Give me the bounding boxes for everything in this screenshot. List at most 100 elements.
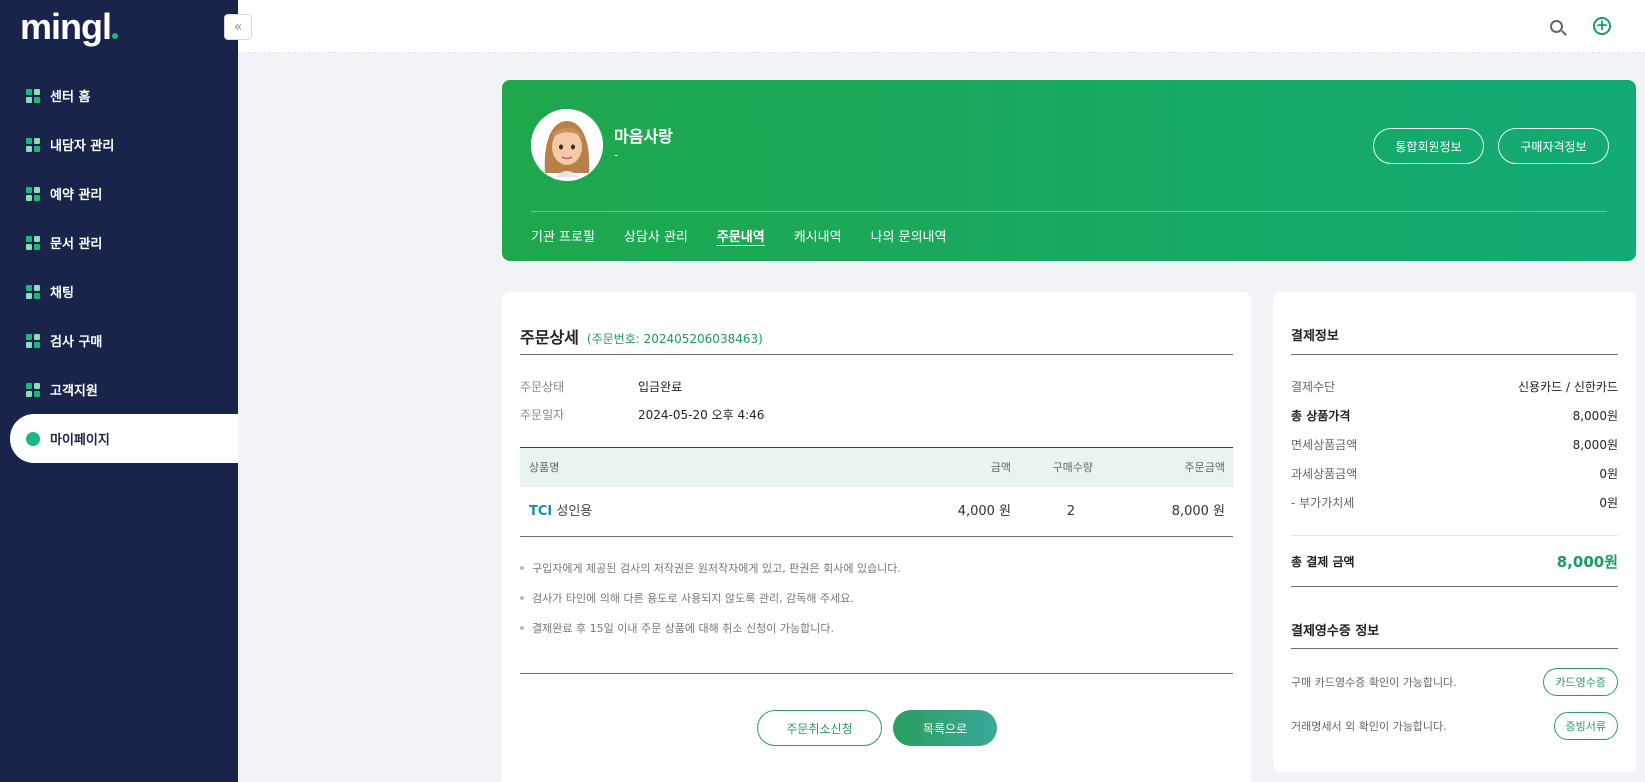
- product-quantity: 2: [1066, 504, 1075, 519]
- sidebar-item-chat[interactable]: 채팅: [0, 267, 238, 316]
- card-receipt-button[interactable]: 카드영수증: [1543, 668, 1618, 696]
- reservation-icon: [26, 186, 40, 201]
- list-item: 결제완료 후 15일 이내 주문 상품에 대해 취소 신청이 가능합니다.: [520, 613, 901, 643]
- product-name: 성인용: [556, 504, 593, 519]
- sidebar-item-center-home[interactable]: 센터 홈: [0, 71, 238, 120]
- sidebar-item-label: 내담자 관리: [50, 139, 115, 154]
- order-status-row: 주문상태 입금완료: [520, 378, 682, 395]
- receipt-title: 결제영수증 정보: [1291, 624, 1380, 639]
- tab-cash-history[interactable]: 캐시내역: [794, 226, 842, 245]
- order-date-row: 주문일자 2024-05-20 오후 4:46: [520, 406, 764, 423]
- profile-banner: 마음사랑 - 통합회원정보 구매자격정보 기관 프로필 상담사 관리 주문내역 …: [502, 80, 1636, 261]
- payment-row-value: 0원: [1599, 467, 1618, 481]
- payment-row-value: 0원: [1599, 496, 1618, 510]
- search-icon: [1549, 19, 1563, 33]
- purchase-icon: [26, 333, 40, 348]
- sidebar-item-label: 고객지원: [50, 384, 98, 399]
- logo[interactable]: mingl: [20, 6, 118, 48]
- header-product-name: 상품명: [529, 461, 560, 474]
- payment-divider: [1291, 535, 1618, 536]
- chat-icon: [26, 284, 40, 299]
- sidebar-item-label: 센터 홈: [50, 90, 91, 105]
- tab-counselor-management[interactable]: 상담사 관리: [624, 226, 688, 245]
- payment-row-label: 과세상품금액: [1291, 467, 1358, 481]
- add-button[interactable]: +: [1591, 15, 1613, 37]
- order-status-label: 주문상태: [520, 380, 565, 394]
- sidebar-item-documents[interactable]: 문서 관리: [0, 218, 238, 267]
- order-status-value: 입금완료: [638, 380, 683, 394]
- order-notes: 구입자에게 제공된 검사의 저작권은 원저작자에게 있고, 판권은 회사에 있습…: [520, 553, 901, 643]
- support-icon: [26, 382, 40, 397]
- avatar: [531, 109, 603, 181]
- receipt-title-divider: [1291, 648, 1618, 649]
- product-cell: TCI 성인용: [529, 487, 592, 537]
- payment-title-divider: [1291, 354, 1618, 355]
- header-order-amount: 주문금액: [1184, 461, 1225, 474]
- sidebar: mingl 센터 홈 내담자 관리 예약 관리 문서 관리 채팅 검사 구매 고…: [0, 0, 238, 782]
- payment-row-label: 결제수단: [1291, 380, 1336, 394]
- total-product-price-row: 총 상품가격 8,000원: [1291, 407, 1618, 424]
- total-divider: [1291, 586, 1618, 587]
- total-payment-label: 총 결제 금액: [1291, 554, 1355, 569]
- sidebar-item-mypage[interactable]: 마이페이지: [10, 414, 238, 463]
- document-icon: [26, 235, 40, 250]
- profile-name: 마음사랑: [614, 127, 673, 146]
- sidebar-collapse-button[interactable]: «: [224, 14, 252, 40]
- product-total: 8,000 원: [1171, 504, 1225, 519]
- list-item: 검사가 타인에 의해 다른 용도로 사용되지 않도록 관리, 감독해 주세요.: [520, 583, 901, 613]
- payment-method-row: 결제수단 신용카드 / 신한카드: [1291, 378, 1618, 395]
- payment-info-card: 결제정보 결제수단 신용카드 / 신한카드 총 상품가격 8,000원 면세상품금액…: [1273, 292, 1636, 772]
- member-info-button[interactable]: 통합회원정보: [1373, 128, 1484, 164]
- statement-row: 거래명세서 외 확인이 가능합니다. 증빙서류: [1291, 711, 1618, 741]
- total-payment-value: 8,000원: [1556, 552, 1618, 571]
- order-table-header: 상품명 금액 구매수량 주문금액: [520, 447, 1233, 487]
- sidebar-item-support[interactable]: 고객지원: [0, 365, 238, 414]
- buyer-info-button[interactable]: 구매자격정보: [1498, 128, 1609, 164]
- payment-row-value: 신용카드 / 신한카드: [1518, 380, 1618, 394]
- profile-tabs: 기관 프로필 상담사 관리 주문내역 캐시내역 나의 문의내역: [531, 226, 946, 245]
- taxable-amount-row: 과세상품금액 0원: [1291, 465, 1618, 482]
- sidebar-item-label: 마이페이지: [50, 433, 110, 448]
- payment-row-value: 8,000원: [1572, 409, 1618, 423]
- avatar-illustration: [531, 109, 603, 181]
- sidebar-item-clients[interactable]: 내담자 관리: [0, 120, 238, 169]
- evidence-document-button[interactable]: 증빙서류: [1553, 712, 1618, 740]
- order-detail-card: 주문상세 (주문번호: 202405206038463) 주문상태 입금완료 주문…: [502, 292, 1251, 782]
- client-icon: [26, 137, 40, 152]
- sidebar-item-label: 문서 관리: [50, 237, 103, 252]
- tab-institution-profile[interactable]: 기관 프로필: [531, 226, 595, 245]
- product-code[interactable]: TCI: [529, 504, 552, 519]
- header-quantity: 구매수량: [1052, 461, 1093, 474]
- search-button[interactable]: [1545, 15, 1567, 37]
- tab-order-history[interactable]: 주문내역: [717, 226, 765, 245]
- sidebar-item-reservations[interactable]: 예약 관리: [0, 169, 238, 218]
- sidebar-nav: 센터 홈 내담자 관리 예약 관리 문서 관리 채팅 검사 구매 고객지원 마이…: [0, 71, 238, 463]
- order-title-text: 주문상세: [520, 328, 579, 347]
- header-price: 금액: [990, 461, 1011, 474]
- sidebar-item-label: 채팅: [50, 286, 74, 301]
- product-price: 4,000 원: [957, 504, 1011, 519]
- title-divider: [520, 354, 1233, 355]
- sidebar-item-test-purchase[interactable]: 검사 구매: [0, 316, 238, 365]
- cancel-order-button[interactable]: 주문취소신청: [757, 710, 882, 746]
- notes-divider: [520, 673, 1233, 674]
- order-title: 주문상세 (주문번호: 202405206038463): [520, 324, 763, 348]
- user-icon: [26, 431, 40, 446]
- total-payment-row: 총 결제 금액 8,000원: [1291, 546, 1618, 576]
- receipt-row-text: 구매 카드영수증 확인이 가능합니다.: [1291, 676, 1457, 689]
- table-row: TCI 성인용 4,000 원 2 8,000 원: [520, 487, 1233, 537]
- plus-circle-icon: +: [1593, 17, 1611, 35]
- payment-row-value: 8,000원: [1572, 438, 1618, 452]
- back-to-list-button[interactable]: 목록으로: [893, 710, 997, 746]
- payment-row-label: - 부가가치세: [1291, 496, 1355, 510]
- home-icon: [26, 88, 40, 103]
- sidebar-item-label: 검사 구매: [50, 335, 103, 350]
- logo-text: mingl: [20, 6, 112, 47]
- card-receipt-row: 구매 카드영수증 확인이 가능합니다. 카드영수증: [1291, 667, 1618, 697]
- order-number: (주문번호: 202405206038463): [586, 332, 763, 346]
- tab-my-inquiries[interactable]: 나의 문의내역: [871, 226, 947, 245]
- logo-dot: [112, 33, 118, 39]
- order-date-label: 주문일자: [520, 408, 565, 422]
- profile-subtitle: -: [614, 148, 619, 162]
- receipt-row-text: 거래명세서 외 확인이 가능합니다.: [1291, 720, 1447, 733]
